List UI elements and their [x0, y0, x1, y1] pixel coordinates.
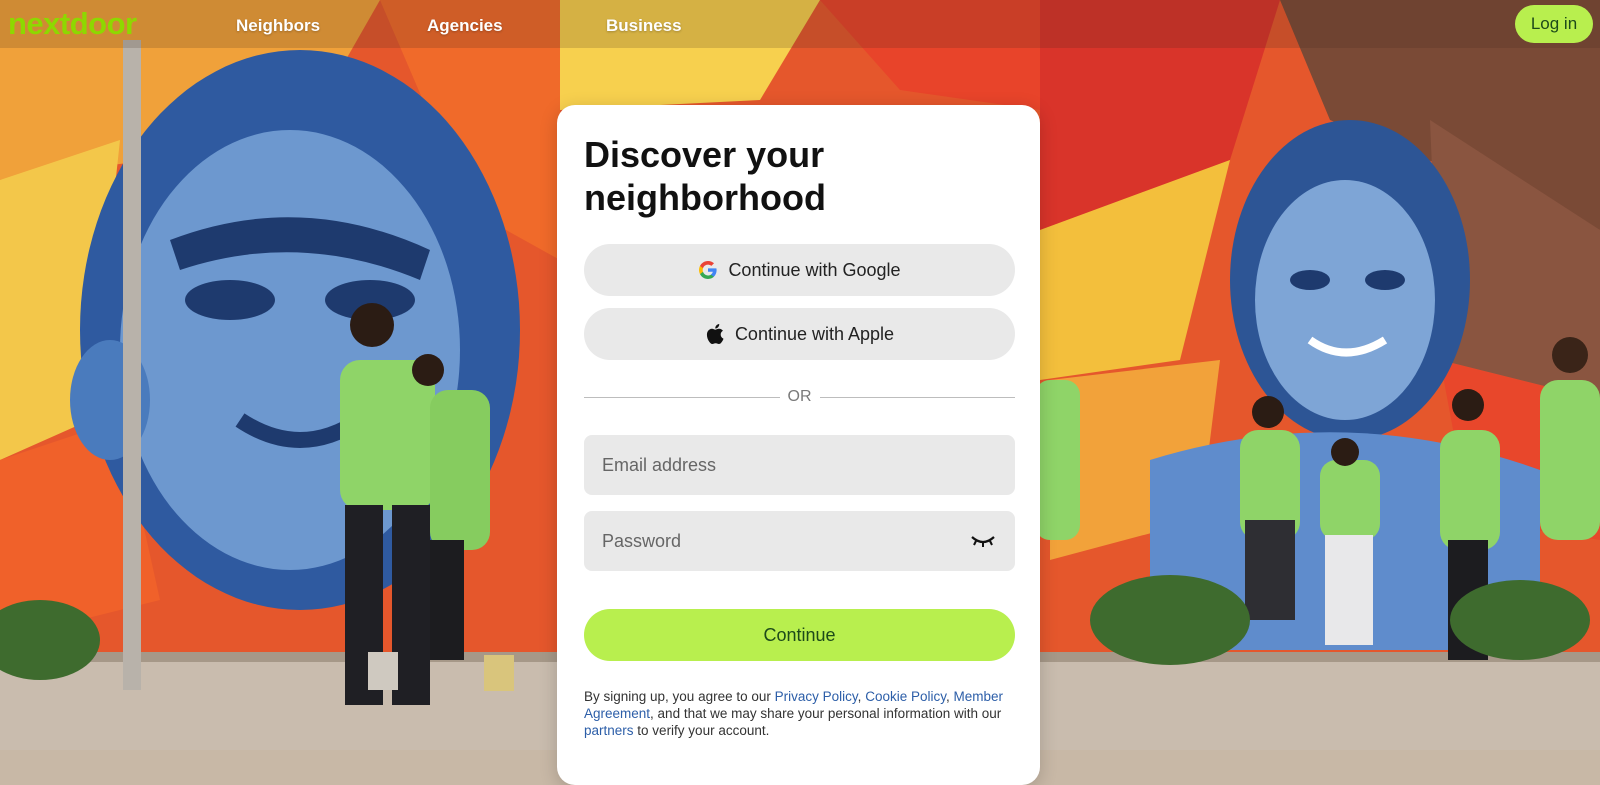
login-button[interactable]: Log in [1515, 5, 1593, 43]
nextdoor-logo[interactable]: nextdoor [8, 6, 137, 42]
apple-button-label: Continue with Apple [734, 323, 895, 344]
eye-closed-icon[interactable] [969, 531, 997, 551]
top-nav-bar: nextdoor Neighbors Agencies Business Log… [0, 0, 1600, 48]
google-g-icon [698, 260, 718, 280]
divider-text: OR [787, 388, 812, 405]
cookie-policy-link[interactable]: Cookie Policy [865, 689, 946, 704]
continue-with-apple-button[interactable]: Continue with Apple [584, 308, 1015, 360]
email-field [584, 435, 1015, 495]
legal-middle: , and that we may share your personal in… [650, 706, 1002, 721]
nav-link-agencies[interactable]: Agencies [427, 16, 503, 36]
continue-button[interactable]: Continue [584, 609, 1015, 661]
legal-text: By signing up, you agree to our Privacy … [584, 688, 1004, 739]
legal-prefix: By signing up, you agree to our [584, 689, 771, 704]
signup-card: Discover your neighborhood Continue with… [557, 105, 1040, 785]
legal-comma-2: , [946, 689, 950, 704]
nav-link-neighbors[interactable]: Neighbors [236, 16, 320, 36]
google-button-label: Continue with Google [728, 259, 901, 280]
legal-comma-1: , [857, 689, 862, 704]
divider-line-left [584, 396, 780, 398]
continue-with-google-button[interactable]: Continue with Google [584, 244, 1015, 296]
email-input[interactable] [584, 435, 1015, 495]
apple-logo-icon [705, 324, 725, 345]
card-title: Discover your neighborhood [584, 134, 826, 218]
password-input[interactable] [584, 511, 1015, 571]
password-field [584, 511, 1015, 571]
legal-suffix: to verify your account. [637, 723, 770, 738]
nav-link-business[interactable]: Business [606, 16, 682, 36]
privacy-policy-link[interactable]: Privacy Policy [775, 689, 858, 704]
partners-link[interactable]: partners [584, 723, 634, 738]
divider-line-right [819, 396, 1015, 398]
or-divider: OR [584, 387, 1015, 407]
